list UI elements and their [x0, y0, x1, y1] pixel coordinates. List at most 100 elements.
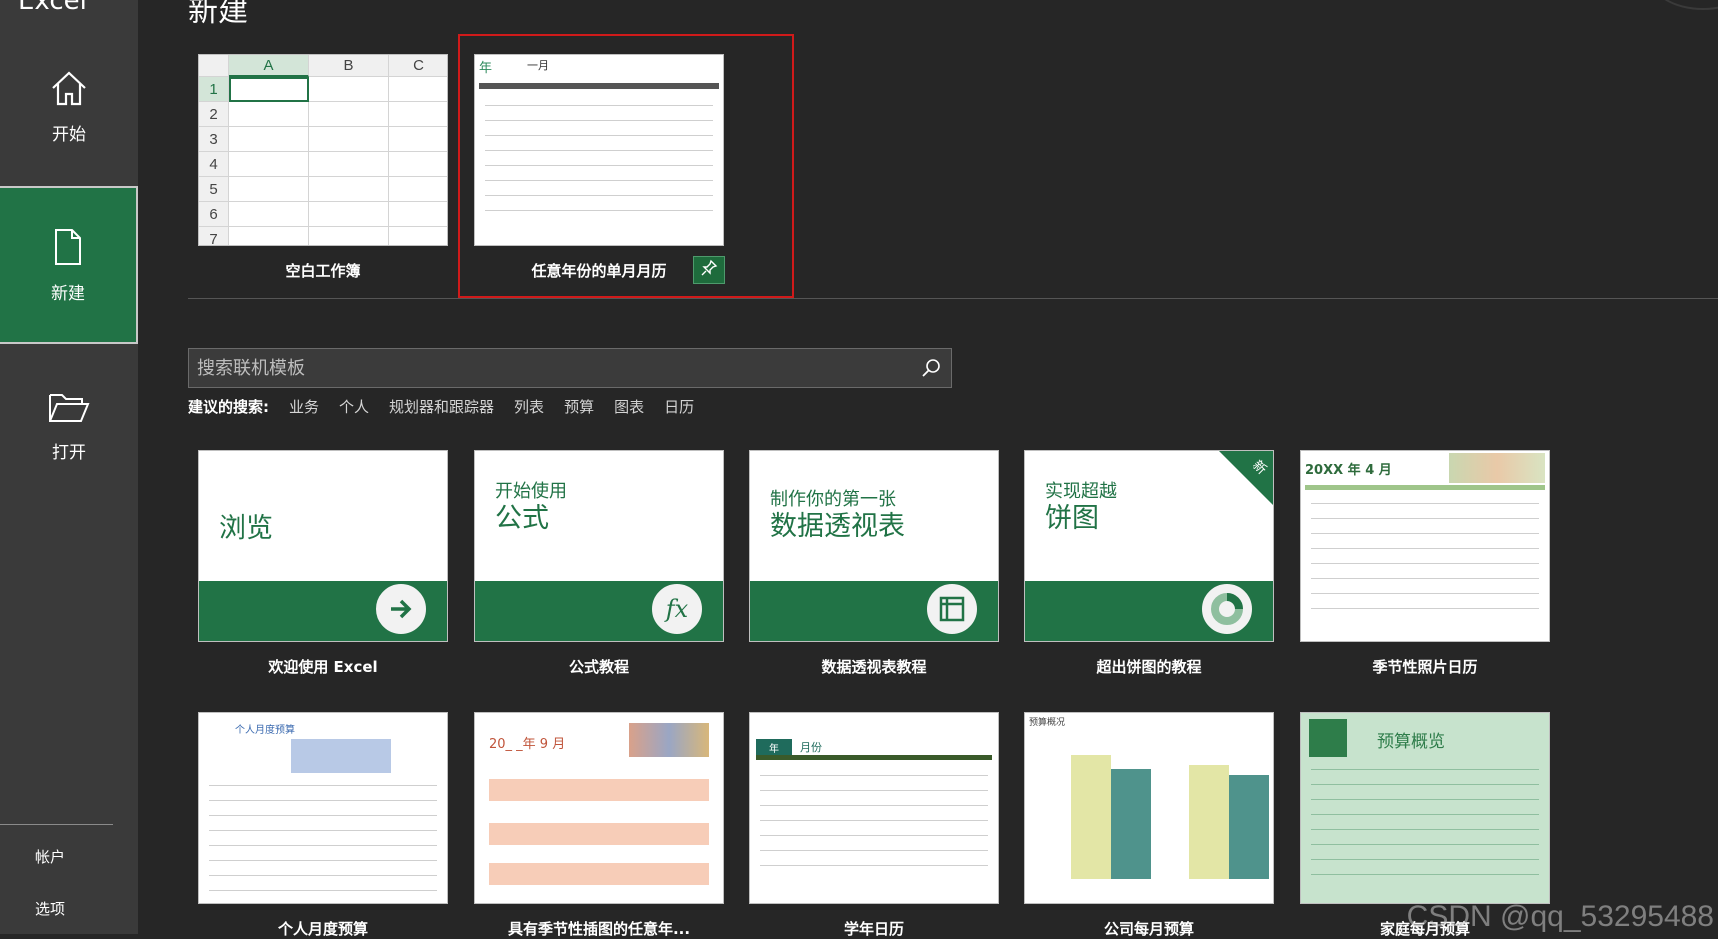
sheet-cell — [309, 177, 389, 202]
template-blank-workbook[interactable]: ABC1234567 空白工作簿 — [198, 54, 448, 281]
calendar-header-bar — [479, 83, 719, 89]
suggest-business[interactable]: 业务 — [289, 396, 319, 417]
template-seasonal-illustration[interactable]: 20_ _年 9 月 具有季节性插图的任意年... — [474, 712, 724, 939]
nav-new[interactable]: 新建 — [0, 186, 138, 344]
template-label: 欢迎使用 Excel — [198, 656, 448, 677]
nav-open-label: 打开 — [52, 438, 86, 463]
calendar-month: 一月 — [527, 57, 549, 73]
template-formula-tutorial[interactable]: 开始使用 公式 fx 公式教程 — [474, 450, 724, 677]
sheet-cell — [389, 227, 448, 246]
page-title: 新建 — [188, 0, 248, 30]
suggest-lists[interactable]: 列表 — [514, 396, 544, 417]
open-folder-icon — [47, 390, 91, 430]
formula-thumbnail: 开始使用 公式 fx — [474, 450, 724, 642]
family-budget-thumbnail: 预算概览 — [1300, 712, 1550, 904]
month-calendar-thumbnail: 年 一月 — [474, 54, 724, 246]
pivot-table-icon — [924, 581, 980, 637]
new-file-icon — [50, 227, 86, 271]
sheet-corner — [199, 55, 229, 77]
personal-budget-header: 个人月度预算 — [235, 721, 295, 736]
seasonal-illustration-thumbnail: 20_ _年 9 月 — [474, 712, 724, 904]
section-separator — [188, 298, 1718, 299]
sheet-cell — [309, 127, 389, 152]
row-header: 3 — [199, 127, 229, 152]
pin-icon — [700, 259, 718, 281]
column-header: C — [389, 55, 448, 77]
sheet-cell — [389, 202, 448, 227]
template-label: 学年日历 — [749, 918, 999, 939]
sheet-cell — [389, 77, 448, 102]
sheet-grid: ABC1234567 — [199, 55, 447, 246]
suggested-label: 建议的搜索: — [188, 396, 269, 417]
template-label: 具有季节性插图的任意年... — [474, 918, 724, 939]
sheet-cell — [389, 152, 448, 177]
column-header: A — [229, 55, 309, 77]
decorative-arc — [1648, 0, 1718, 10]
template-beyond-pie[interactable]: 实现超越 饼图 新 超出饼图的教程 — [1024, 450, 1274, 677]
sheet-cell — [389, 177, 448, 202]
template-company-budget[interactable]: 预算概况 公司每月预算 — [1024, 712, 1274, 939]
app-title: Excel — [18, 0, 87, 16]
summary-box — [291, 739, 391, 773]
nav-open[interactable]: 打开 — [0, 376, 138, 476]
template-school-calendar[interactable]: 年 月份 学年日历 — [749, 712, 999, 939]
budget-lines — [1311, 769, 1539, 889]
function-fx-icon: fx — [649, 581, 705, 637]
sheet-cell — [229, 152, 309, 177]
row-header: 2 — [199, 102, 229, 127]
template-seasonal-calendar[interactable]: 20XX 年 4 月 季节性照片日历 — [1300, 450, 1550, 677]
template-search-input[interactable] — [189, 358, 911, 379]
column-header: B — [309, 55, 389, 77]
pivot-thumbnail: 制作你的第一张 数据透视表 — [749, 450, 999, 642]
formula-line1: 开始使用 — [495, 481, 703, 503]
sheet-cell — [229, 202, 309, 227]
family-budget-logo — [1309, 719, 1347, 757]
template-label: 季节性照片日历 — [1300, 656, 1550, 677]
template-month-calendar[interactable]: 年 一月 任意年份的单月月历 — [474, 54, 724, 281]
suggest-personal[interactable]: 个人 — [339, 396, 369, 417]
nav-account[interactable]: 帐户 — [0, 846, 100, 867]
illustration-image — [629, 723, 709, 757]
sheet-cell — [389, 102, 448, 127]
arrow-right-icon — [373, 581, 429, 637]
personal-budget-thumbnail: 个人月度预算 — [198, 712, 448, 904]
sheet-cell — [309, 77, 389, 102]
template-label: 公式教程 — [474, 656, 724, 677]
sheet-cell — [309, 227, 389, 246]
sheet-cell — [309, 102, 389, 127]
pin-button[interactable] — [693, 256, 725, 284]
template-label: 数据透视表教程 — [749, 656, 999, 677]
photo-strip — [1449, 453, 1545, 483]
sheet-cell — [309, 202, 389, 227]
template-pivot-tutorial[interactable]: 制作你的第一张 数据透视表 数据透视表教程 — [749, 450, 999, 677]
nav-options[interactable]: 选项 — [0, 898, 100, 919]
pie-thumbnail: 实现超越 饼图 新 — [1024, 450, 1274, 642]
formula-line2: 公式 — [495, 503, 703, 535]
home-icon — [49, 68, 89, 112]
template-search-box — [188, 348, 952, 388]
row-header: 5 — [199, 177, 229, 202]
row-header: 4 — [199, 152, 229, 177]
watermark-text: CSDN @qq_53295488 — [1407, 900, 1714, 934]
main-panel: 新建 ABC1234567 空白工作簿 年 一月 任意年份的单月月历 — [138, 0, 1718, 934]
nav-home[interactable]: 开始 — [0, 56, 138, 156]
search-icon[interactable] — [911, 357, 951, 379]
welcome-heading: 浏览 — [219, 513, 273, 544]
calendar-year: 年 — [479, 57, 492, 76]
sheet-cell — [389, 127, 448, 152]
suggest-calendars[interactable]: 日历 — [664, 396, 694, 417]
template-label: 超出饼图的教程 — [1024, 656, 1274, 677]
suggested-searches: 建议的搜索: 业务 个人 规划器和跟踪器 列表 预算 图表 日历 — [188, 396, 694, 417]
seasonal-calendar-thumbnail: 20XX 年 4 月 — [1300, 450, 1550, 642]
budget-lines — [209, 785, 437, 904]
suggest-charts[interactable]: 图表 — [614, 396, 644, 417]
suggest-planners[interactable]: 规划器和跟踪器 — [389, 396, 494, 417]
pie-line2: 饼图 — [1045, 503, 1253, 535]
calendar-week-lines — [760, 775, 988, 880]
template-welcome-excel[interactable]: 浏览 欢迎使用 Excel — [198, 450, 448, 677]
calendar-header-bar — [1305, 485, 1545, 490]
suggest-budgets[interactable]: 预算 — [564, 396, 594, 417]
illustration-header: 20_ _年 9 月 — [489, 733, 565, 752]
template-personal-budget[interactable]: 个人月度预算 个人月度预算 — [198, 712, 448, 939]
sheet-cell — [229, 77, 309, 102]
